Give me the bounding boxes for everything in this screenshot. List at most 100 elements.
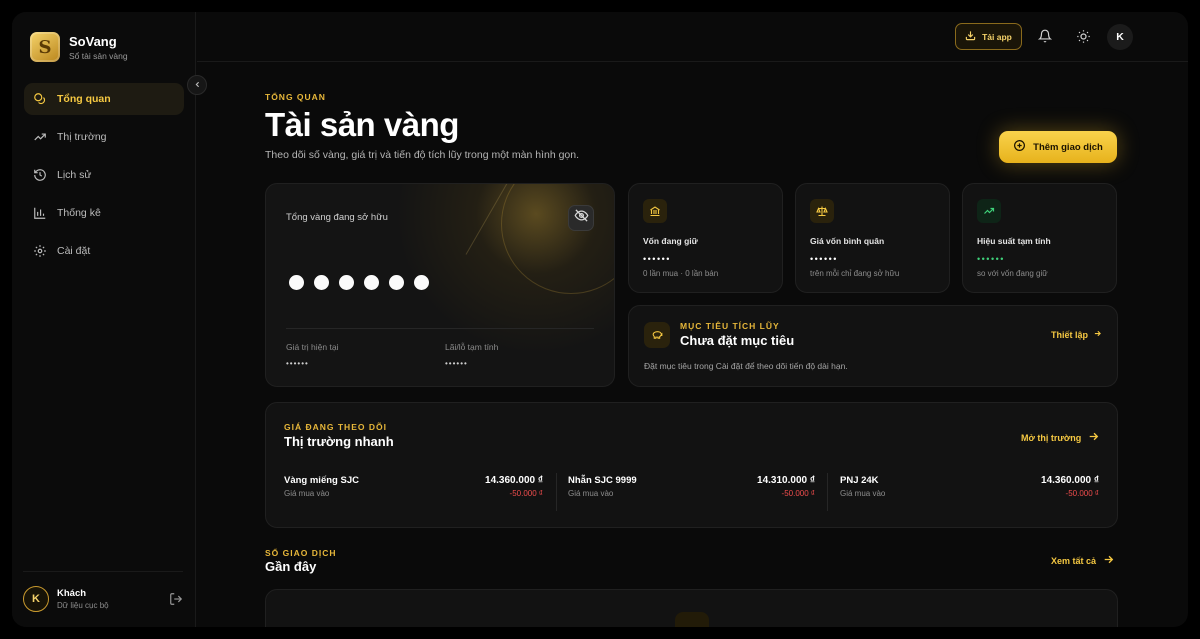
market-item[interactable]: PNJ 24K Giá mua vào 14.360.000 ₫ -50.000… (840, 473, 1099, 513)
sidebar-item-label: Lịch sử (57, 169, 92, 181)
chevron-left-icon (193, 76, 202, 94)
topbar: Tải app K (197, 12, 1188, 62)
market-item-name: PNJ 24K (840, 475, 879, 486)
stat-label: Giá vốn bình quân (810, 236, 885, 246)
market-title: Thị trường nhanh (284, 434, 394, 449)
eye-off-icon (574, 208, 589, 228)
stat-value: •••••• (977, 254, 1005, 264)
goal-title: Chưa đặt mục tiêu (680, 333, 795, 348)
current-value-label: Giá trị hiện tại (286, 342, 339, 352)
market-item-sub: Giá mua vào (840, 489, 886, 498)
market-item-sub: Giá mua vào (568, 489, 614, 498)
bank-icon (643, 199, 667, 223)
collapse-sidebar-button[interactable] (187, 75, 207, 95)
market-item[interactable]: Nhẫn SJC 9999 Giá mua vào 14.310.000 ₫ -… (568, 473, 815, 513)
piggy-bank-icon (644, 322, 670, 348)
user-name: Khách (57, 588, 87, 599)
recent-eyebrow: SỔ GIAO DỊCH (265, 548, 337, 558)
sidebar-item-thong-ke[interactable]: Thống kê (24, 197, 184, 229)
arrow-right-icon (1102, 553, 1115, 568)
market-item-change: -50.000 ₫ (1065, 489, 1099, 498)
bell-icon[interactable] (1037, 28, 1053, 44)
arrow-right-icon (1093, 329, 1102, 340)
coins-icon (33, 92, 47, 106)
masked-total-value (289, 275, 429, 290)
logout-icon[interactable] (169, 592, 183, 606)
bar-chart-icon (33, 206, 47, 220)
arrow-right-icon (1087, 430, 1100, 445)
scale-icon (810, 199, 834, 223)
market-item-name: Nhẫn SJC 9999 (568, 475, 637, 486)
stat-sub: so với vốn đang giữ (977, 269, 1048, 278)
history-icon (33, 168, 47, 182)
market-item[interactable]: Vàng miếng SJC Giá mua vào 14.360.000 ₫ … (284, 473, 543, 513)
goal-subtitle: Đặt mục tiêu trong Cài đặt để theo dõi t… (644, 361, 848, 371)
stat-value: •••••• (810, 254, 838, 264)
market-item-change: -50.000 ₫ (509, 489, 543, 498)
avatar: K (23, 586, 49, 612)
open-market-link[interactable]: Mở thị trường (1021, 430, 1100, 445)
add-transaction-button[interactable]: Thêm giao dịch (999, 131, 1117, 163)
profit-loss-value: •••••• (445, 359, 468, 368)
sidebar-item-label: Thị trường (57, 131, 107, 143)
user-subtitle: Dữ liệu cục bộ (57, 601, 109, 610)
divider (286, 328, 594, 329)
page-eyebrow: TỔNG QUAN (265, 92, 326, 102)
current-value-stat: Giá trị hiện tại •••••• (286, 342, 338, 368)
profit-loss-label: Lãi/lỗ tạm tính (445, 342, 499, 352)
download-icon (965, 30, 976, 43)
market-eyebrow: GIÁ ĐANG THEO DÕI (284, 422, 387, 432)
sun-icon[interactable] (1075, 28, 1091, 44)
sidebar-item-label: Tổng quan (57, 93, 111, 105)
market-card: GIÁ ĐANG THEO DÕI Thị trường nhanh Mở th… (265, 402, 1118, 528)
total-gold-label: Tổng vàng đang sở hữu (286, 212, 388, 223)
setup-goal-link[interactable]: Thiết lập (1051, 329, 1102, 340)
user-profile[interactable]: K Khách Dữ liệu cục bộ (23, 571, 183, 612)
divider (556, 473, 557, 511)
trending-up-icon (977, 199, 1001, 223)
view-all-label: Xem tất cả (1051, 555, 1097, 566)
current-value: •••••• (286, 359, 309, 368)
open-market-label: Mở thị trường (1021, 432, 1082, 443)
page-subtitle: Theo dõi số vàng, giá trị và tiến độ tíc… (265, 149, 580, 161)
total-gold-card: Tổng vàng đang sở hữu Giá trị hiện tại •… (265, 183, 615, 387)
gear-icon (33, 244, 47, 258)
market-item-price: 14.360.000 ₫ (1041, 475, 1099, 486)
divider (827, 473, 828, 511)
stat-label: Vốn đang giữ (643, 236, 698, 246)
market-item-change: -50.000 ₫ (781, 489, 815, 498)
view-all-link[interactable]: Xem tất cả (1051, 553, 1115, 568)
brand-name: SoVang (69, 33, 117, 49)
brand[interactable]: S SoVang Sổ tài sản vàng (30, 32, 128, 62)
empty-state-icon (675, 612, 709, 627)
download-app-button[interactable]: Tải app (955, 23, 1022, 50)
stat-card-capital: Vốn đang giữ •••••• 0 lần mua · 0 lần bá… (628, 183, 783, 293)
stat-sub: trên mỗi chỉ đang sở hữu (810, 269, 900, 278)
sidebar-item-cai-dat[interactable]: Cài đặt (24, 235, 184, 267)
stat-card-performance: Hiệu suất tạm tính •••••• so với vốn đan… (962, 183, 1117, 293)
decor-ring (501, 184, 614, 294)
profit-loss-stat: Lãi/lỗ tạm tính •••••• (445, 342, 498, 368)
plus-circle-icon (1013, 139, 1026, 155)
trending-up-icon (33, 130, 47, 144)
sidebar-item-label: Cài đặt (57, 245, 91, 257)
stat-card-avg-cost: Giá vốn bình quân •••••• trên mỗi chỉ đa… (795, 183, 950, 293)
logo: S (30, 32, 60, 62)
toggle-visibility-button[interactable] (568, 205, 594, 231)
market-item-name: Vàng miếng SJC (284, 475, 359, 486)
stat-label: Hiệu suất tạm tính (977, 236, 1051, 246)
topbar-avatar[interactable]: K (1107, 24, 1133, 50)
app-frame: S SoVang Sổ tài sản vàng Tổng quan Thị t… (12, 12, 1188, 627)
sidebar: S SoVang Sổ tài sản vàng Tổng quan Thị t… (12, 12, 196, 627)
recent-title: Gần đây (265, 559, 317, 574)
market-item-price: 14.310.000 ₫ (757, 475, 815, 486)
sidebar-item-lich-su[interactable]: Lịch sử (24, 159, 184, 191)
stat-sub: 0 lần mua · 0 lần bán (643, 269, 719, 278)
sidebar-item-thi-truong[interactable]: Thị trường (24, 121, 184, 153)
page-title: Tài sản vàng (265, 106, 459, 143)
stat-value: •••••• (643, 254, 671, 264)
brand-tagline: Sổ tài sản vàng (69, 50, 128, 61)
sidebar-item-label: Thống kê (57, 207, 101, 219)
sidebar-item-tong-quan[interactable]: Tổng quan (24, 83, 184, 115)
market-item-price: 14.360.000 ₫ (485, 475, 543, 486)
